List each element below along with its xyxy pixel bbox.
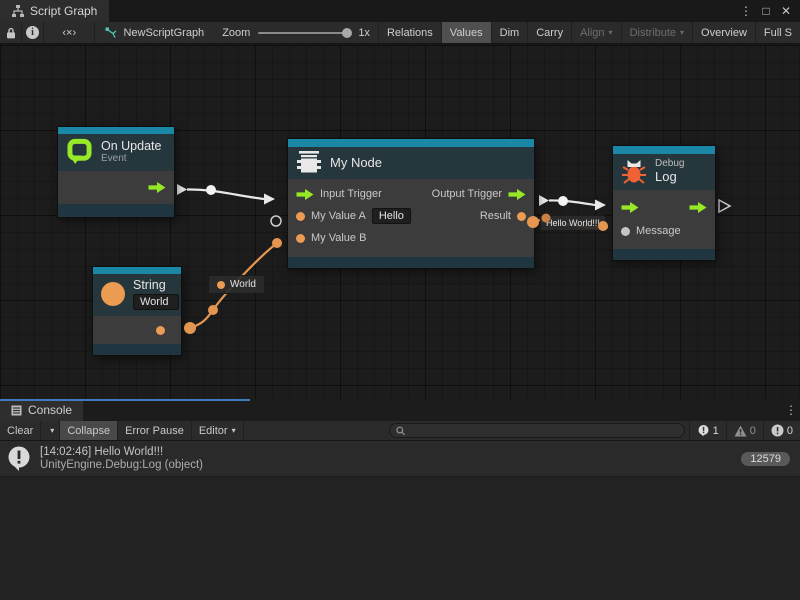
relations-button[interactable]: Relations xyxy=(378,22,441,43)
window-tab-bar: Script Graph ⋮ □ ✕ xyxy=(0,0,800,22)
unity-script-graph-window: { "colors": { "accent_teal": "#1b87a6", … xyxy=(0,0,800,600)
lock-button[interactable] xyxy=(0,22,22,43)
overview-button[interactable]: Overview xyxy=(692,22,755,43)
lock-icon xyxy=(6,27,16,39)
value-wire-dot xyxy=(527,216,539,228)
log-line-message: [14:02:46] Hello World!!! xyxy=(40,446,733,458)
log-info-bubble-icon xyxy=(6,445,32,472)
error-icon xyxy=(771,424,784,437)
script-graph-icon xyxy=(105,27,117,39)
chevron-down-icon: ▾ xyxy=(50,426,54,435)
code-icon: ‹×› xyxy=(62,27,76,39)
error-count-button[interactable]: 0 xyxy=(763,421,800,440)
collapse-button[interactable]: Collapse xyxy=(60,421,118,440)
console-menu-icon[interactable]: ⋮ xyxy=(782,399,800,421)
info-button[interactable]: i xyxy=(22,22,44,43)
value-wire-dot xyxy=(542,214,551,223)
wire-dot-layer xyxy=(0,45,800,399)
console-search-box[interactable] xyxy=(389,423,685,438)
tab-title: Script Graph xyxy=(30,4,97,18)
graph-canvas[interactable]: On Update Event My Node xyxy=(0,45,800,399)
console-list-icon xyxy=(11,405,22,416)
zoom-slider[interactable] xyxy=(258,32,350,34)
toolbar-toggle-group: Relations Values Dim Carry Align ▾ Distr… xyxy=(378,22,800,43)
graph-breadcrumb[interactable]: NewScriptGraph xyxy=(95,22,214,43)
zoom-slider-handle[interactable] xyxy=(342,28,352,38)
value-wire-dot xyxy=(598,221,608,231)
chevron-down-icon: ▾ xyxy=(232,426,236,435)
tab-script-graph[interactable]: Script Graph xyxy=(0,0,109,22)
info-icon: i xyxy=(26,26,39,39)
distribute-dropdown[interactable]: Distribute ▾ xyxy=(621,22,692,43)
console-toolbar: Clear ▾ Collapse Error Pause Editor ▾ 1 xyxy=(0,421,800,441)
carry-button[interactable]: Carry xyxy=(527,22,571,43)
values-button[interactable]: Values xyxy=(441,22,491,43)
warning-count-button[interactable]: 0 xyxy=(726,421,763,440)
warning-icon xyxy=(734,425,747,437)
window-controls: ⋮ □ ✕ xyxy=(738,0,800,22)
editor-dropdown[interactable]: Editor ▾ xyxy=(192,421,244,440)
maximize-icon[interactable]: □ xyxy=(758,4,774,18)
graph-toolbar: i ‹×› NewScriptGraph Zoom 1x Relations V… xyxy=(0,22,800,44)
log-message: [14:02:46] Hello World!!! UnityEngine.De… xyxy=(40,446,733,471)
zoom-control: Zoom 1x xyxy=(214,22,378,43)
console-panel: Console ⋮ Clear ▾ Collapse Error Pause E… xyxy=(0,399,800,600)
close-icon[interactable]: ✕ xyxy=(778,4,794,18)
console-log-entry[interactable]: [14:02:46] Hello World!!! UnityEngine.De… xyxy=(0,441,800,477)
log-line-stacktrace: UnityEngine.Debug:Log (object) xyxy=(40,459,733,471)
value-wire-dot xyxy=(208,305,218,315)
chevron-down-icon: ▾ xyxy=(609,28,613,37)
flow-wire-dot xyxy=(206,185,216,195)
zoom-label: Zoom xyxy=(222,27,250,39)
window-menu-icon[interactable]: ⋮ xyxy=(738,4,754,18)
code-preview-button[interactable]: ‹×› xyxy=(44,22,95,43)
clear-button[interactable]: Clear xyxy=(0,421,41,440)
graph-hierarchy-icon xyxy=(12,5,24,17)
search-input[interactable] xyxy=(409,425,677,436)
clear-dropdown[interactable]: ▾ xyxy=(41,421,60,440)
info-count-button[interactable]: 1 xyxy=(689,421,726,440)
full-screen-button[interactable]: Full S xyxy=(755,22,800,43)
value-wire-dot xyxy=(184,322,196,334)
flow-wire-dot xyxy=(558,196,568,206)
value-wire-dot xyxy=(272,238,282,248)
error-pause-button[interactable]: Error Pause xyxy=(118,421,192,440)
zoom-value: 1x xyxy=(358,27,370,39)
align-dropdown[interactable]: Align ▾ xyxy=(571,22,620,43)
console-tab-bar: Console ⋮ xyxy=(0,399,800,421)
log-collapse-count-badge: 12579 xyxy=(741,452,790,466)
dim-button[interactable]: Dim xyxy=(491,22,528,43)
panel-focus-indicator xyxy=(0,399,250,401)
search-icon xyxy=(396,426,406,436)
graph-name: NewScriptGraph xyxy=(123,27,204,39)
info-log-icon xyxy=(697,424,710,437)
console-tab-label: Console xyxy=(28,403,72,417)
chevron-down-icon: ▾ xyxy=(680,28,684,37)
tab-console[interactable]: Console xyxy=(0,399,83,421)
